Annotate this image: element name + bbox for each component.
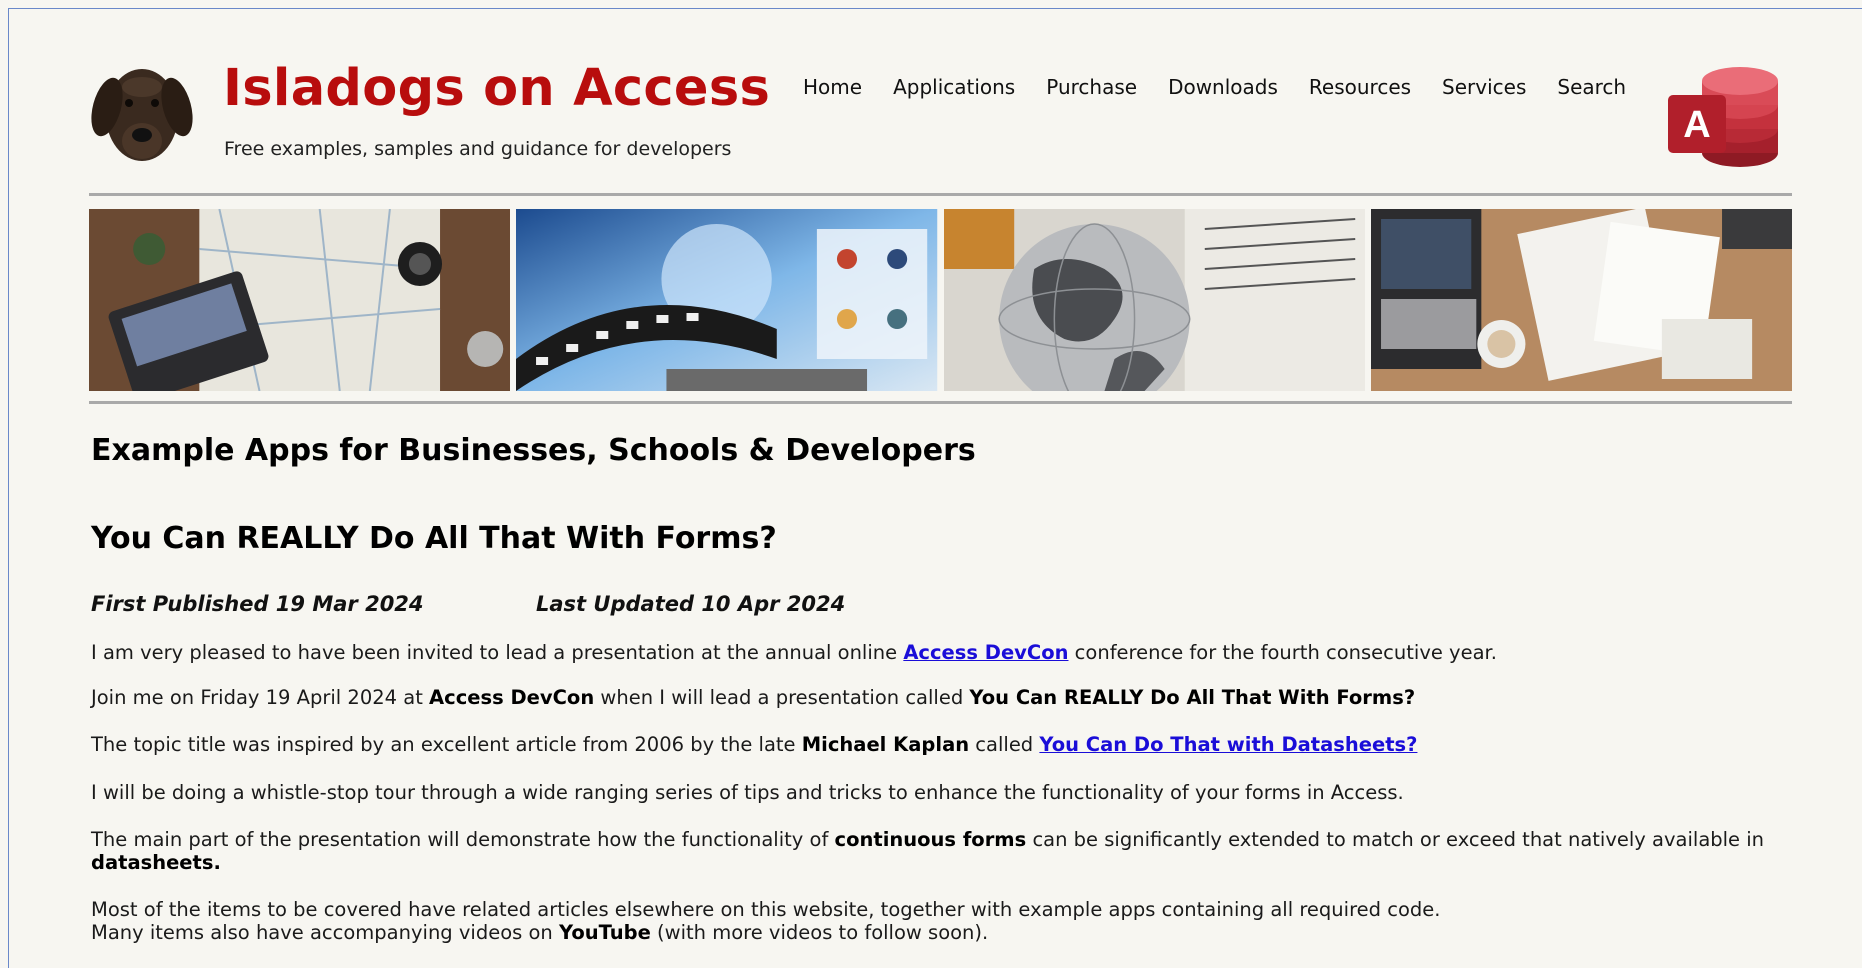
datasheets-article-link[interactable]: You Can Do That with Datasheets? (1039, 733, 1417, 756)
nav-purchase[interactable]: Purchase (1046, 75, 1137, 99)
p6-bold-youtube: YouTube (559, 921, 651, 944)
dog-logo-image[interactable] (89, 59, 195, 167)
globe-newspaper-image (943, 209, 1365, 391)
banner-panel-desk (1370, 209, 1792, 391)
map-laptop-image (89, 209, 511, 391)
nav-search[interactable]: Search (1557, 75, 1626, 99)
header-divider (89, 193, 1792, 196)
p5-bold-datasheets: datasheets. (91, 851, 221, 874)
paragraph-3: The topic title was inspired by an excel… (91, 733, 1781, 756)
p5-text-mid: can be significantly extended to match o… (1026, 828, 1765, 851)
p5-bold-continuous: continuous forms (834, 828, 1027, 851)
paragraph-4: I will be doing a whistle-stop tour thro… (91, 781, 1404, 804)
banner (89, 209, 1792, 391)
banner-divider (89, 401, 1792, 404)
p6-text-end: (with more videos to follow soon). (650, 921, 989, 944)
paragraph-6: Most of the items to be covered have rel… (91, 898, 1781, 944)
banner-panel-map (89, 209, 511, 391)
media-film-image (516, 209, 938, 391)
section-heading: Example Apps for Businesses, Schools & D… (91, 433, 976, 468)
article-dates: First Published 19 Mar 2024 Last Updated… (91, 592, 845, 616)
page-frame: Isladogs on Access Free examples, sample… (8, 8, 1862, 968)
access-devcon-link[interactable]: Access DevCon (903, 641, 1068, 664)
first-published: First Published 19 Mar 2024 (91, 592, 424, 616)
p6-text: Many items also have accompanying videos… (91, 921, 559, 944)
p2-text: Join me on Friday 19 April 2024 at (91, 686, 430, 709)
p2-bold-devcon: Access DevCon (429, 686, 595, 709)
paragraph-5: The main part of the presentation will d… (91, 828, 1781, 874)
access-logo-icon: A (1668, 67, 1778, 167)
last-updated: Last Updated 10 Apr 2024 (536, 592, 846, 616)
p2-bold-title: You Can REALLY Do All That With Forms? (969, 686, 1416, 709)
main-nav: Home Applications Purchase Downloads Res… (803, 75, 1657, 99)
p3-text: The topic title was inspired by an excel… (91, 733, 802, 756)
nav-resources[interactable]: Resources (1309, 75, 1411, 99)
banner-panel-globe (943, 209, 1365, 391)
p2-text-mid: when I will lead a presentation called (594, 686, 970, 709)
p5-text: The main part of the presentation will d… (91, 828, 835, 851)
nav-home[interactable]: Home (803, 75, 862, 99)
paragraph-1: I am very pleased to have been invited t… (91, 641, 1781, 664)
p1-text: I am very pleased to have been invited t… (91, 641, 904, 664)
nav-downloads[interactable]: Downloads (1168, 75, 1278, 99)
site-tagline: Free examples, samples and guidance for … (224, 138, 732, 160)
article-title: You Can REALLY Do All That With Forms? (91, 521, 777, 556)
p3-text-mid: called (969, 733, 1040, 756)
p6-line-1: Most of the items to be covered have rel… (91, 898, 1441, 921)
nav-applications[interactable]: Applications (893, 75, 1015, 99)
nav-services[interactable]: Services (1442, 75, 1526, 99)
p6-line-2: Many items also have accompanying videos… (91, 921, 1781, 944)
paragraph-2: Join me on Friday 19 April 2024 at Acces… (91, 686, 1781, 709)
access-logo-letter: A (1683, 104, 1710, 146)
p3-bold-author: Michael Kaplan (801, 733, 970, 756)
p1-text-end: conference for the fourth consecutive ye… (1068, 641, 1497, 664)
site-title[interactable]: Isladogs on Access (223, 59, 770, 118)
desk-papers-image (1370, 209, 1792, 391)
banner-panel-media (516, 209, 938, 391)
